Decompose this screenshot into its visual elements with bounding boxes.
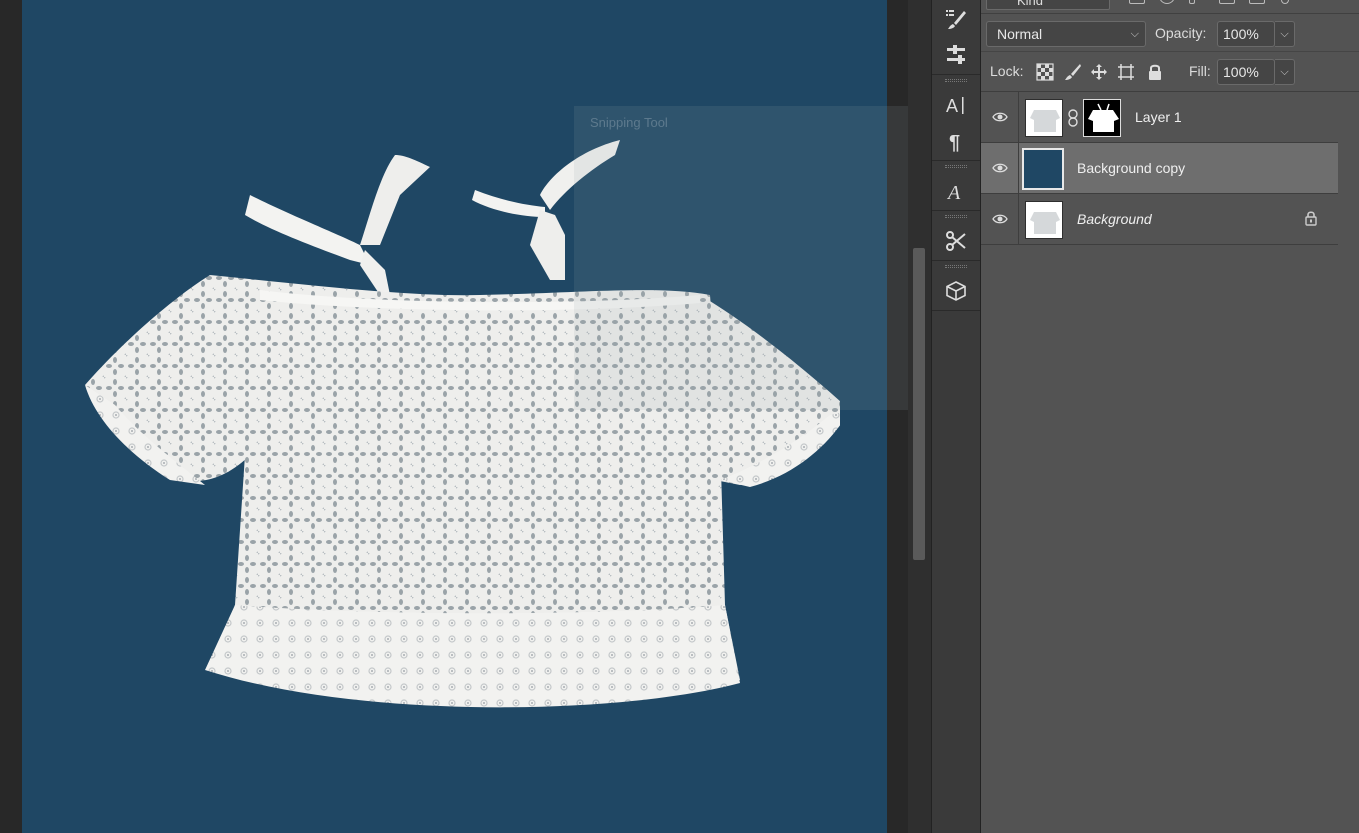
filter-smart-object-icon[interactable] (1249, 0, 1265, 4)
eye-column-divider (1018, 194, 1019, 245)
layer-row-layer-1[interactable]: Layer 1 (981, 92, 1338, 143)
adjustments-icon[interactable] (942, 42, 970, 68)
background-copy-thumbnail[interactable] (1022, 148, 1064, 190)
layer-name[interactable]: Background (1077, 211, 1152, 227)
opacity-label: Opacity: (1155, 25, 1207, 41)
scrollbar-thumb[interactable] (913, 248, 925, 560)
lock-label: Lock: (990, 63, 1024, 79)
tool-group-glyphs: A (932, 161, 980, 211)
opacity-input[interactable]: 100% (1217, 21, 1275, 47)
glyphs-icon[interactable]: A (942, 178, 970, 204)
background-thumbnail[interactable] (1025, 201, 1063, 239)
3d-icon[interactable] (942, 278, 970, 304)
fill-input[interactable]: 100% (1217, 59, 1275, 85)
chevron-down-icon: ⌵ (1130, 28, 1139, 40)
lock-image-pixels-icon[interactable] (1063, 62, 1083, 82)
panel-grip[interactable] (945, 215, 967, 218)
panel-grip[interactable] (945, 165, 967, 168)
tool-presets-icon[interactable] (942, 228, 970, 254)
filter-shape-icon[interactable] (1219, 0, 1235, 4)
layers-list: Layer 1 Background copy Background (981, 92, 1359, 245)
layer-row-background-copy[interactable]: Background copy (981, 143, 1338, 194)
panel-tool-strip: A ¶ A (931, 0, 981, 833)
document-canvas[interactable] (22, 0, 887, 833)
visibility-eye-icon[interactable] (992, 160, 1008, 176)
eye-column-divider (1018, 92, 1019, 143)
lock-transparent-pixels-icon[interactable] (1035, 62, 1055, 82)
character-icon[interactable]: A (942, 92, 970, 118)
panel-grip[interactable] (945, 79, 967, 82)
visibility-eye-icon[interactable] (992, 109, 1008, 125)
filter-pixel-icon[interactable] (1129, 0, 1145, 4)
svg-text:A: A (946, 96, 958, 116)
filter-kind-label: Kind (1017, 0, 1044, 8)
history-brush-icon[interactable] (942, 6, 970, 32)
opacity-slider-toggle[interactable]: ⌵ (1275, 21, 1295, 47)
tool-group-history (932, 0, 980, 75)
lock-position-icon[interactable] (1089, 62, 1109, 82)
lock-artboard-icon[interactable] (1116, 62, 1136, 82)
blend-opacity-row: Normal ⌵ Opacity: 100% ⌵ (981, 16, 1359, 52)
eye-column-divider (1018, 143, 1019, 194)
visibility-eye-icon[interactable] (992, 211, 1008, 227)
photoshop-window: Snipping Tool A ¶ A Kind Normal ⌵ Opacit… (0, 0, 1359, 833)
layer-name[interactable]: Background copy (1077, 160, 1185, 176)
lock-all-icon[interactable] (1145, 62, 1165, 82)
svg-text:¶: ¶ (949, 132, 960, 153)
fill-value: 100% (1223, 64, 1259, 80)
layer-mask-thumbnail[interactable] (1083, 99, 1121, 137)
opacity-value: 100% (1223, 26, 1259, 42)
mask-link-icon[interactable] (1067, 109, 1079, 127)
tool-group-presets (932, 211, 980, 261)
paragraph-icon[interactable]: ¶ (942, 128, 970, 154)
filter-kind-select[interactable]: Kind (986, 0, 1110, 10)
blend-mode-value: Normal (997, 26, 1043, 42)
tool-group-type: A ¶ (932, 75, 980, 161)
blend-mode-select[interactable]: Normal ⌵ (986, 21, 1146, 47)
canvas-area[interactable] (0, 0, 908, 833)
filter-toggle-icon[interactable] (1281, 0, 1289, 4)
layer-filter-row: Kind (981, 0, 1359, 14)
svg-text:A: A (946, 182, 961, 203)
fill-label: Fill: (1189, 63, 1211, 79)
layer-1-thumbnail[interactable] (1025, 99, 1063, 137)
layer-name[interactable]: Layer 1 (1135, 109, 1182, 125)
fill-slider-toggle[interactable]: ⌵ (1275, 59, 1295, 85)
blouse-image (85, 140, 840, 708)
layer-lock-icon[interactable] (1304, 210, 1318, 226)
tool-group-3d (932, 261, 980, 311)
filter-adjustment-icon[interactable] (1159, 0, 1175, 4)
layers-panel: Kind Normal ⌵ Opacity: 100% ⌵ Lock: Fill… (981, 0, 1359, 833)
filter-type-icon[interactable] (1189, 0, 1195, 4)
layer-row-background[interactable]: Background (981, 194, 1338, 245)
vertical-scrollbar[interactable] (908, 0, 931, 833)
lock-fill-row: Lock: Fill: 100% ⌵ (981, 52, 1359, 92)
panel-grip[interactable] (945, 265, 967, 268)
